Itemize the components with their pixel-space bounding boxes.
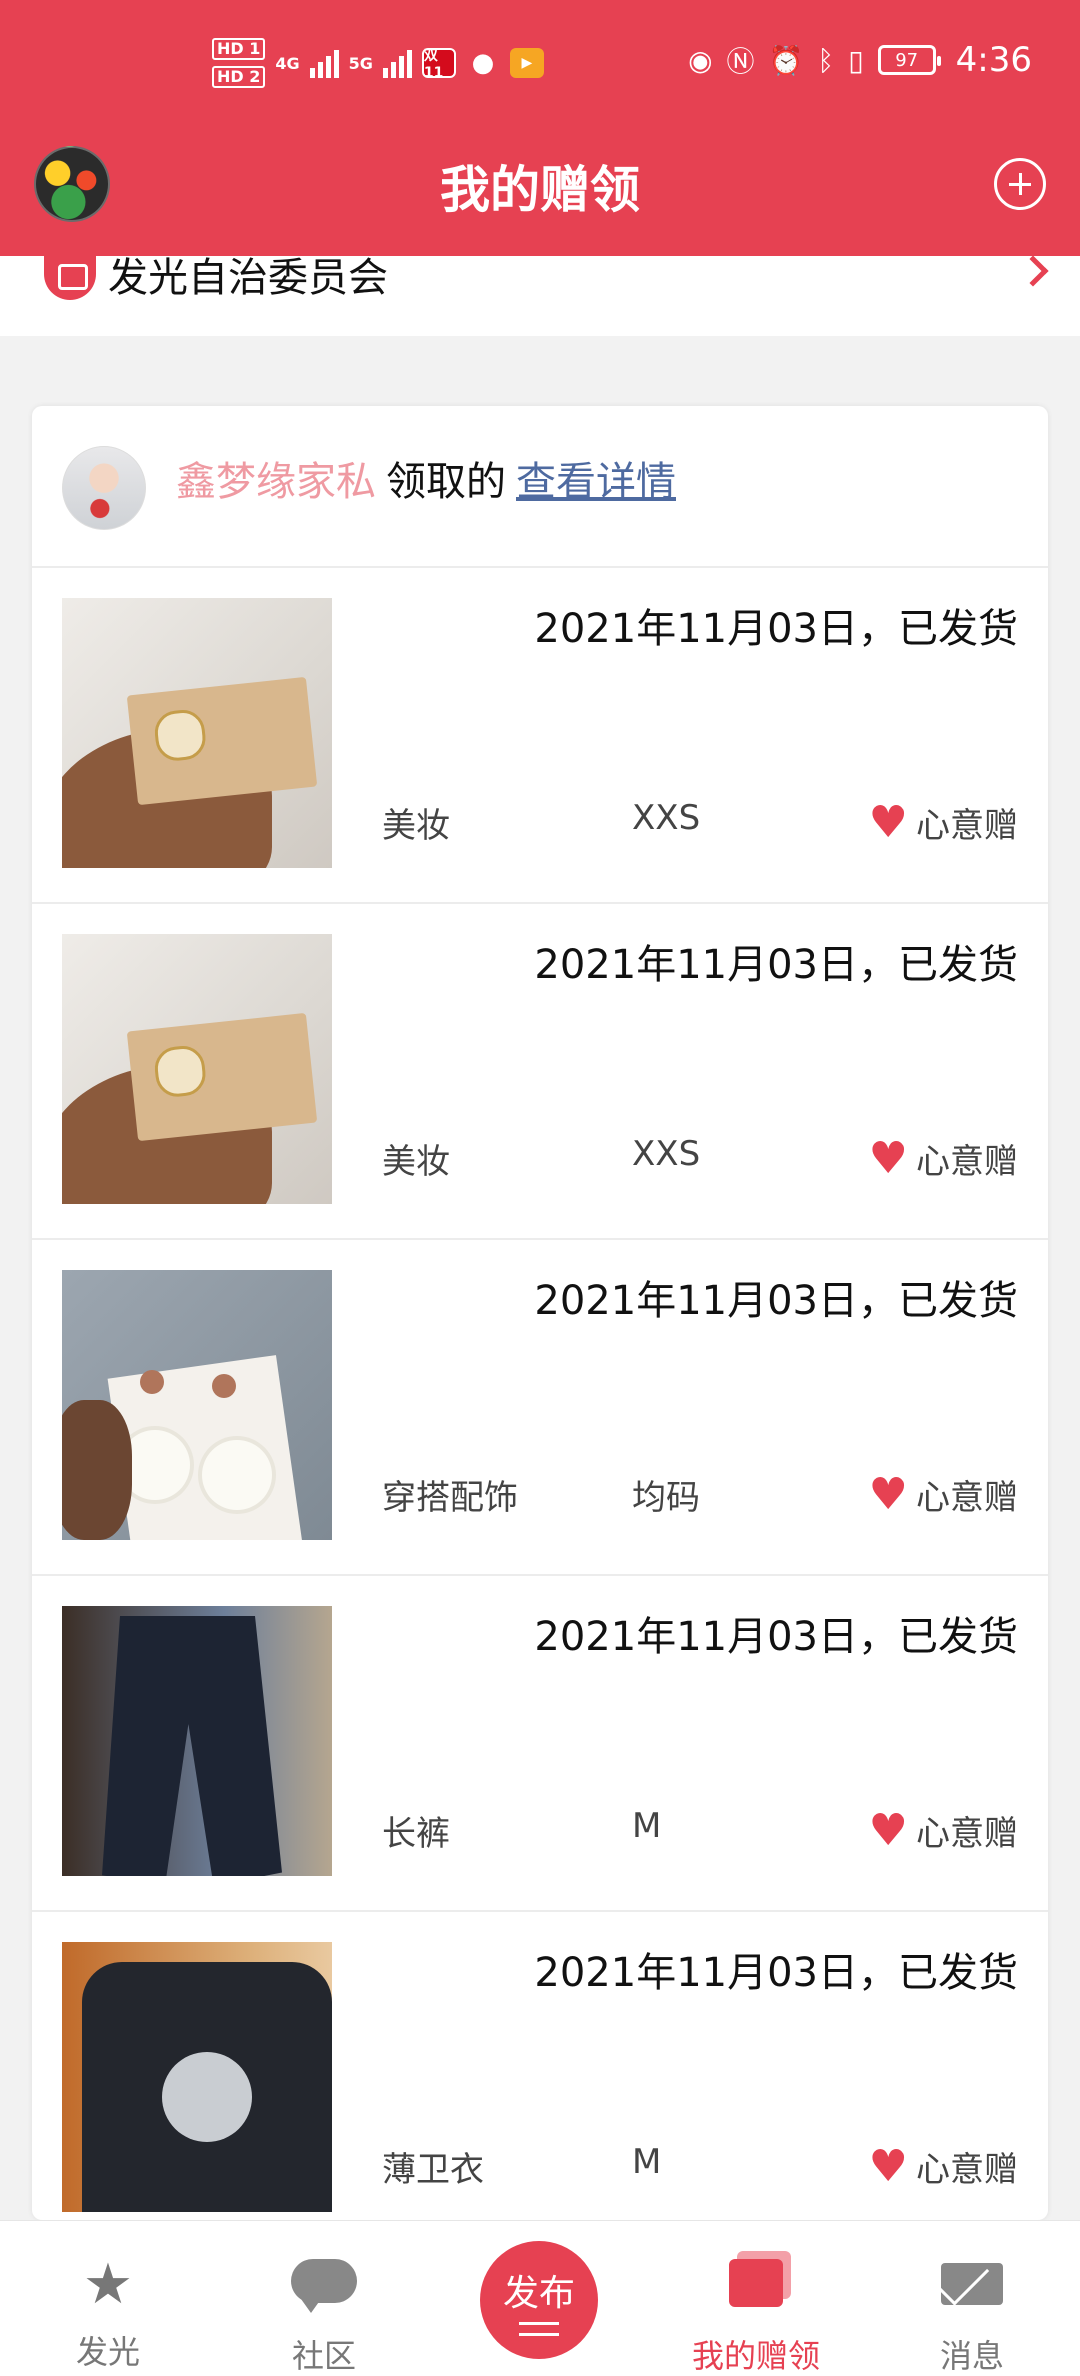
eye-icon: ◉ — [688, 43, 713, 77]
list-item[interactable]: 2021年11月03日，已发货 薄卫衣 M ♥ 心意赠 — [32, 1912, 1048, 2220]
sale-app-icon: 双11 — [421, 48, 456, 81]
organization-icon — [44, 256, 96, 300]
item-category: 美妆 — [382, 1142, 450, 1182]
item-image[interactable] — [62, 1270, 332, 1540]
list-item[interactable]: 2021年11月03日，已发货 美妆 XXS ♥ 心意赠 — [32, 904, 1048, 1240]
add-button[interactable] — [994, 158, 1046, 210]
status-bar: HD 1 HD 2 4G 5G 双11 ● ▶ ◉ Ⓝ ⏰ ᛒ ▯ 97 4:3… — [0, 0, 1080, 120]
heart-icon: ♥ — [868, 1804, 908, 1856]
donor-name[interactable]: 鑫梦缘家私 — [176, 459, 376, 505]
item-category: 美妆 — [382, 806, 450, 846]
tab-messages[interactable]: 消息 — [864, 2221, 1080, 2376]
wechat-icon: ● — [471, 48, 495, 78]
tab-faguang[interactable]: ★ 发光 — [0, 2221, 216, 2376]
view-details-link[interactable]: 查看详情 — [516, 459, 676, 505]
item-size: M — [632, 1806, 662, 1846]
heart-icon: ♥ — [868, 2140, 908, 2192]
gift-card-icon — [729, 2259, 783, 2307]
item-date: 2021年11月03日，已发货 — [534, 606, 1018, 652]
chevron-right-icon — [1017, 255, 1049, 287]
item-date: 2021年11月03日，已发货 — [534, 942, 1018, 988]
list-item[interactable]: 2021年11月03日，已发货 美妆 XXS ♥ 心意赠 — [32, 568, 1048, 904]
org-name: 发光自治委员会 — [108, 255, 388, 301]
item-tag: ♥ 心意赠 — [869, 1134, 1018, 1183]
page-title: 我的赠领 — [440, 161, 640, 219]
tab-my-gifts-label: 我的赠领 — [691, 2337, 820, 2375]
item-tag: ♥ 心意赠 — [869, 798, 1018, 847]
tab-community-label: 社区 — [291, 2337, 356, 2375]
star-icon: ★ — [82, 2252, 134, 2317]
item-tag: ♥ 心意赠 — [869, 1806, 1018, 1855]
publish-label: 发布 — [502, 2273, 575, 2314]
hd-badges: HD 1 HD 2 — [212, 38, 266, 88]
item-image[interactable] — [62, 598, 332, 868]
item-date: 2021年11月03日，已发货 — [534, 1614, 1018, 1660]
item-category: 薄卫衣 — [382, 2150, 484, 2190]
clock: 4:36 — [955, 40, 1032, 80]
item-image[interactable] — [62, 1606, 332, 1876]
vibrate-icon: ▯ — [848, 43, 864, 77]
item-image[interactable] — [62, 1942, 332, 2212]
status-left: HD 1 HD 2 4G 5G 双11 ● ▶ — [212, 38, 544, 88]
nfc-icon: Ⓝ — [726, 45, 755, 78]
signal-bars-icon-2 — [382, 48, 412, 78]
item-size: XXS — [632, 798, 701, 838]
hd2-badge: HD 2 — [212, 66, 266, 88]
item-tag-label: 心意赠 — [916, 1478, 1018, 1518]
heart-icon: ♥ — [868, 1132, 908, 1184]
app-header: HD 1 HD 2 4G 5G 双11 ● ▶ ◉ Ⓝ ⏰ ᛒ ▯ 97 4:3… — [0, 0, 1080, 256]
claimed-label: 领取的 — [386, 459, 506, 505]
donor-avatar[interactable] — [62, 446, 146, 530]
tab-messages-label: 消息 — [939, 2337, 1004, 2375]
item-tag-label: 心意赠 — [916, 1142, 1018, 1182]
chat-bubble-icon — [291, 2259, 357, 2313]
publish-button[interactable]: 发布 — [480, 2241, 598, 2359]
status-right: ◉ Ⓝ ⏰ ᛒ ▯ 97 4:36 — [688, 40, 1032, 80]
claim-card: 鑫梦缘家私 领取的 查看详情 2021年11月03日，已发货 美妆 XXS ♥ 心意赠… — [32, 406, 1048, 2220]
item-size: M — [632, 2142, 662, 2182]
heart-icon: ♥ — [868, 796, 908, 848]
mail-icon — [941, 2263, 1003, 2305]
item-tag-label: 心意赠 — [916, 1814, 1018, 1854]
battery-icon: 97 — [877, 45, 941, 75]
item-tag: ♥ 心意赠 — [869, 1470, 1018, 1519]
list-item[interactable]: 2021年11月03日，已发货 穿搭配饰 均码 ♥ 心意赠 — [32, 1240, 1048, 1576]
item-tag-label: 心意赠 — [916, 2150, 1018, 2190]
bluetooth-icon: ᛒ — [817, 43, 835, 77]
signal-bars-icon — [309, 48, 339, 78]
hd1-badge: HD 1 — [212, 38, 266, 60]
menu-lines-icon — [519, 2322, 559, 2336]
item-size: 均码 — [632, 1478, 700, 1518]
tab-faguang-label: 发光 — [75, 2333, 140, 2371]
list-item[interactable]: 2021年11月03日，已发货 长裤 M ♥ 心意赠 — [32, 1576, 1048, 1912]
bottom-nav: ★ 发光 社区 发布 我的赠领 消息 — [0, 2220, 1080, 2376]
video-app-icon: ▶ — [509, 48, 544, 78]
nav-bar: 我的赠领 — [0, 136, 1080, 236]
card-header-text: 鑫梦缘家私 领取的 查看详情 — [176, 456, 676, 508]
network-5g-label: 5G — [348, 53, 373, 73]
item-size: XXS — [632, 1134, 701, 1174]
tab-community[interactable]: 社区 — [216, 2221, 432, 2376]
item-date: 2021年11月03日，已发货 — [534, 1278, 1018, 1324]
item-image[interactable] — [62, 934, 332, 1204]
item-category: 长裤 — [382, 1814, 450, 1854]
item-tag: ♥ 心意赠 — [869, 2142, 1018, 2191]
org-row[interactable]: 发光自治委员会 — [0, 255, 1080, 336]
tab-my-gifts[interactable]: 我的赠领 — [648, 2221, 864, 2376]
item-category: 穿搭配饰 — [382, 1478, 518, 1518]
item-tag-label: 心意赠 — [916, 806, 1018, 846]
item-date: 2021年11月03日，已发货 — [534, 1950, 1018, 1996]
card-header: 鑫梦缘家私 领取的 查看详情 — [32, 406, 1048, 568]
alarm-icon: ⏰ — [768, 43, 804, 77]
heart-icon: ♥ — [868, 1468, 908, 1520]
network-4g-label: 4G — [275, 53, 300, 73]
